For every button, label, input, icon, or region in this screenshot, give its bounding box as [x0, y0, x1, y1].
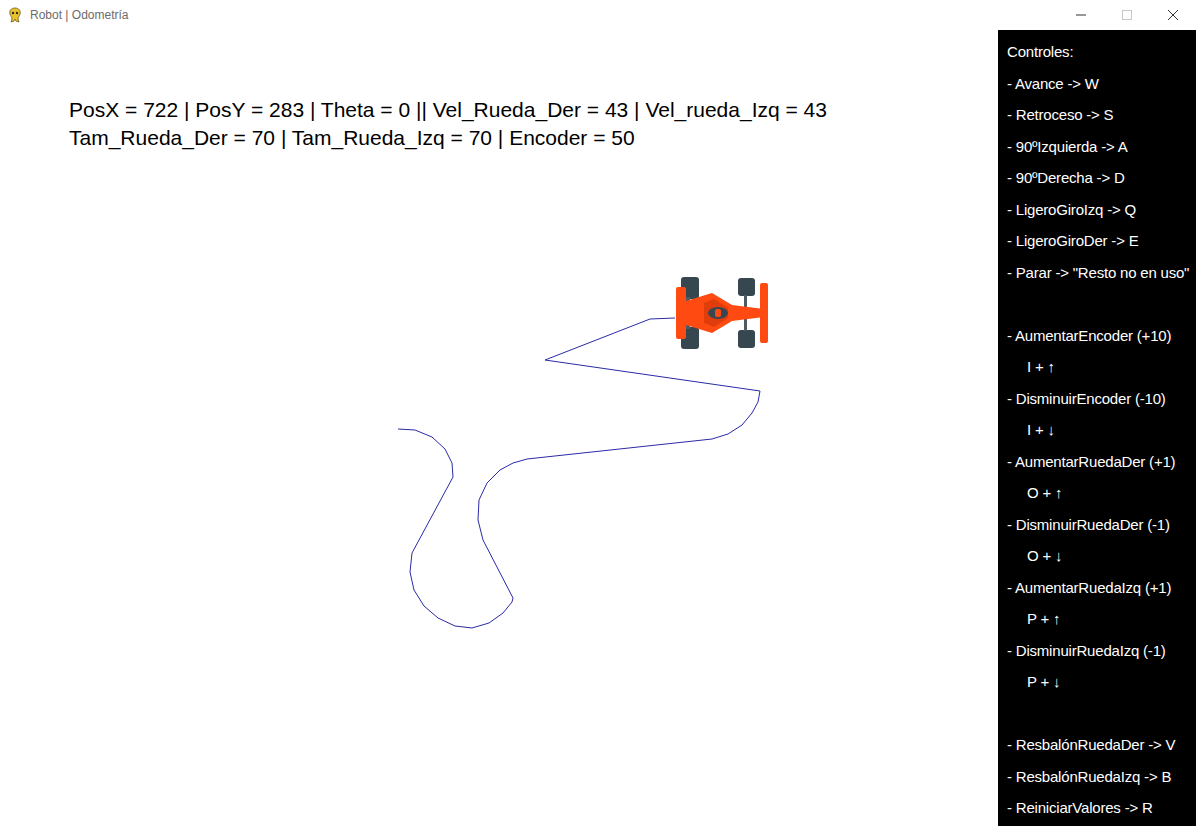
control-label: I + ↓ [1027, 421, 1055, 438]
control-label: P + ↑ [1027, 610, 1060, 627]
control-label: - 90ºDerecha -> D [1007, 169, 1125, 186]
control-row: - DisminuirRuedaIzq (-1) [1007, 635, 1196, 667]
control-row: - AumentarRuedaIzq (+1) [1007, 572, 1196, 604]
controls-spacer [1007, 288, 1196, 320]
key-combo-row: P + ↑ [1007, 603, 1196, 635]
maximize-icon [1104, 0, 1150, 30]
control-row: - LigeroGiroDer -> E [1007, 225, 1196, 257]
status-line: Tam_Rueda_Der = 70 | Tam_Rueda_Izq = 70 … [69, 124, 827, 152]
title-bar: Robot | Odometría [0, 0, 1196, 30]
key-combo-row: I + ↓ [1007, 414, 1196, 446]
controls-heading: Controles: [1007, 43, 1073, 60]
control-label: - DisminuirEncoder (-10) [1007, 390, 1166, 407]
control-row: - 90ºIzquierda -> A [1007, 131, 1196, 163]
key-combo-row: O + ↓ [1007, 540, 1196, 572]
control-row: - ResbalónRuedaDer -> V [1007, 729, 1196, 761]
control-row: - 90ºDerecha -> D [1007, 162, 1196, 194]
control-label: - ResbalónRuedaIzq -> B [1007, 768, 1171, 785]
control-label: - ResbalónRuedaDer -> V [1007, 736, 1175, 753]
control-label: O + ↑ [1027, 484, 1062, 501]
controls-list: Controles: - Avance -> W - Retroceso -> S -… [998, 30, 1196, 824]
control-label: P + ↓ [1027, 673, 1060, 690]
control-label: - AumentarRuedaIzq (+1) [1007, 579, 1171, 596]
control-label: - Parar -> "Resto no en uso" [1007, 264, 1189, 281]
key-combo-row: I + ↑ [1007, 351, 1196, 383]
control-row: - Avance -> W [1007, 68, 1196, 100]
window-title: Robot | Odometría [30, 6, 129, 24]
control-row: - Parar -> "Resto no en uso" [1007, 257, 1196, 289]
control-row: - Retroceso -> S [1007, 99, 1196, 131]
control-label: I + ↑ [1027, 358, 1055, 375]
pygame-icon [7, 7, 23, 23]
status-readout: PosX = 722 | PosY = 283 | Theta = 0 || V… [69, 96, 827, 152]
robot-car-icon [674, 275, 770, 351]
control-row: - DisminuirEncoder (-10) [1007, 383, 1196, 415]
key-combo-row: P + ↓ [1007, 666, 1196, 698]
control-label: - ReiniciarValores -> R [1007, 799, 1153, 816]
control-row: - LigeroGiroIzq -> Q [1007, 194, 1196, 226]
status-line: PosX = 722 | PosY = 283 | Theta = 0 || V… [69, 96, 827, 124]
control-label: - DisminuirRuedaDer (-1) [1007, 516, 1170, 533]
control-row: - AumentarRuedaDer (+1) [1007, 446, 1196, 478]
control-label: - LigeroGiroIzq -> Q [1007, 201, 1136, 218]
control-label: - LigeroGiroDer -> E [1007, 232, 1138, 249]
simulation-canvas: PosX = 722 | PosY = 283 | Theta = 0 || V… [0, 30, 998, 826]
control-label: - 90ºIzquierda -> A [1007, 138, 1128, 155]
control-row: - ReiniciarValores -> R [1007, 792, 1196, 824]
control-label: - Avance -> W [1007, 75, 1099, 92]
control-label: O + ↓ [1027, 547, 1062, 564]
control-row: - DisminuirRuedaDer (-1) [1007, 509, 1196, 541]
trajectory-line [398, 318, 760, 628]
control-label: - AumentarRuedaDer (+1) [1007, 453, 1175, 470]
control-row: - ResbalónRuedaIzq -> B [1007, 761, 1196, 793]
control-label: - DisminuirRuedaIzq (-1) [1007, 642, 1166, 659]
controls-panel: Controles: - Avance -> W - Retroceso -> S -… [998, 30, 1196, 826]
control-row: - AumentarEncoder (+10) [1007, 320, 1196, 352]
close-icon[interactable] [1150, 0, 1196, 30]
key-combo-row: O + ↑ [1007, 477, 1196, 509]
control-label: - AumentarEncoder (+10) [1007, 327, 1171, 344]
control-label: - Retroceso -> S [1007, 106, 1113, 123]
controls-spacer [1007, 698, 1196, 730]
trajectory-plot [0, 30, 998, 826]
controls-heading-row: Controles: [1007, 36, 1196, 68]
minimize-icon[interactable] [1058, 0, 1104, 30]
